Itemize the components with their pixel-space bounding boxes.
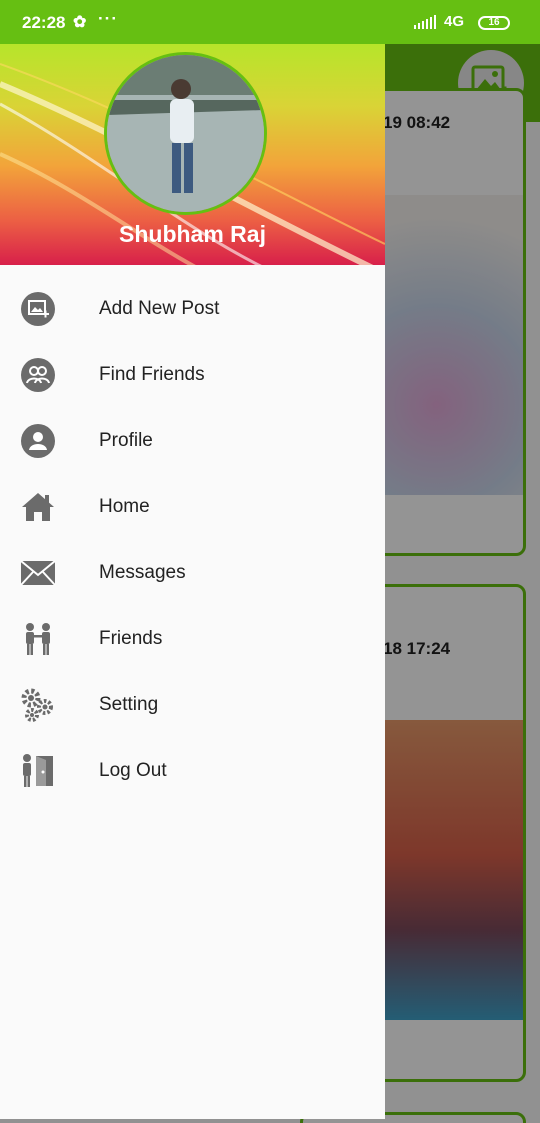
menu-label: Find Friends <box>99 364 205 385</box>
gears-icon <box>20 687 56 723</box>
menu-label: Messages <box>99 562 186 583</box>
drawer-header: Shubham Raj <box>0 44 385 265</box>
status-more-icon: ··· <box>98 9 118 28</box>
navigation-drawer: Shubham Raj Add New Post Find Friends Pr… <box>0 44 385 1119</box>
menu-label: Profile <box>99 430 153 451</box>
avatar[interactable] <box>104 52 267 215</box>
menu-item-friends[interactable]: Friends <box>0 606 385 672</box>
menu-item-log-out[interactable]: Log Out <box>0 738 385 804</box>
profile-icon <box>20 423 56 459</box>
mail-icon <box>20 555 56 591</box>
menu-label: Setting <box>99 694 159 715</box>
menu-item-add-new-post[interactable]: Add New Post <box>0 276 385 342</box>
menu-label: Friends <box>99 628 163 649</box>
menu-item-profile[interactable]: Profile <box>0 408 385 474</box>
home-icon <box>20 489 56 525</box>
menu-label: Home <box>99 496 150 517</box>
signal-icon <box>414 15 438 29</box>
menu-item-find-friends[interactable]: Find Friends <box>0 342 385 408</box>
logout-icon <box>20 753 56 789</box>
menu-item-messages[interactable]: Messages <box>0 540 385 606</box>
drawer-menu: Add New Post Find Friends Profile Home M… <box>0 265 385 804</box>
menu-item-home[interactable]: Home <box>0 474 385 540</box>
network-type: 4G <box>444 13 465 30</box>
friends-icon <box>20 621 56 657</box>
find-friends-icon <box>20 357 56 393</box>
menu-label: Add New Post <box>99 298 220 319</box>
notification-app-icon: ✿ <box>73 14 87 31</box>
battery-icon: 16 <box>478 16 510 30</box>
status-time: 22:28 <box>22 13 66 32</box>
status-bar: 22:28 ✿ ··· 4G 16 <box>0 0 540 44</box>
menu-item-setting[interactable]: Setting <box>0 672 385 738</box>
user-name: Shubham Raj <box>119 221 266 247</box>
menu-label: Log Out <box>99 760 167 781</box>
add-photo-icon <box>20 291 56 327</box>
profile-photo <box>107 55 264 212</box>
